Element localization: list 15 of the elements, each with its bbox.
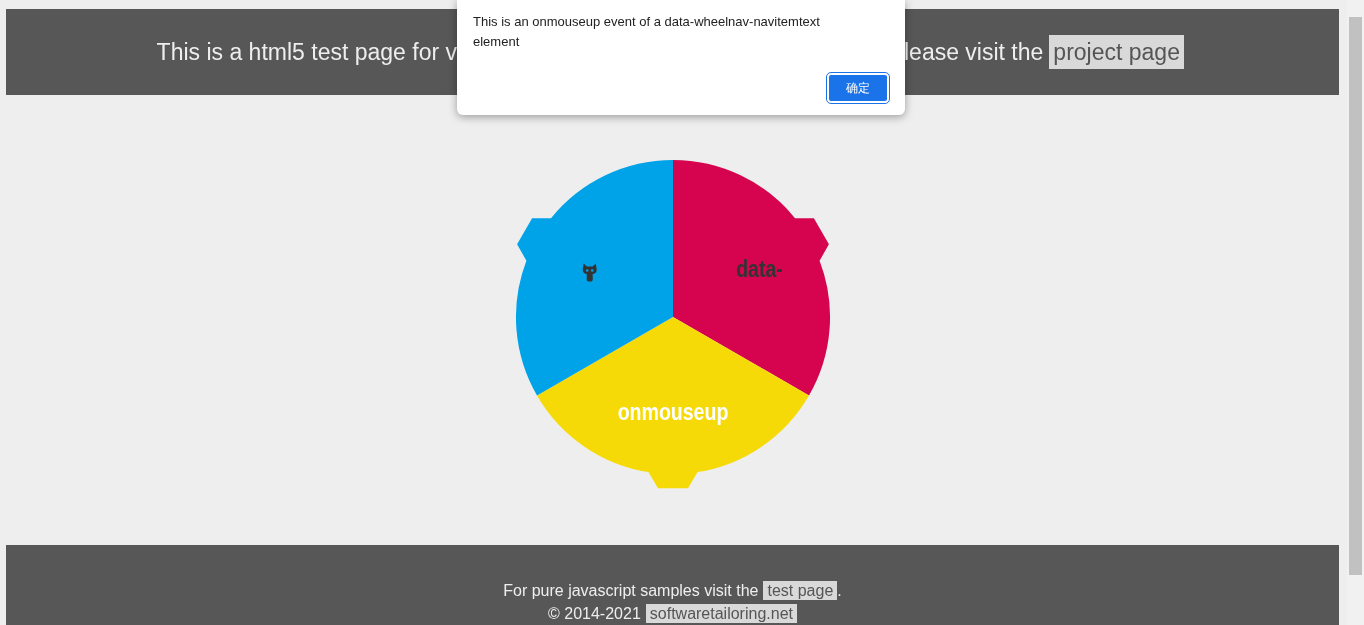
dialog-message: This is an onmouseup event of a data-wheelnav-navitemtext element bbox=[473, 13, 821, 51]
slice-label: data- bbox=[735, 256, 783, 283]
ok-button[interactable]: 确定 bbox=[827, 73, 889, 103]
footer-text: . bbox=[837, 581, 842, 600]
wheel-slice[interactable] bbox=[515, 159, 673, 395]
website-link[interactable]: softwaretailoring.net bbox=[645, 604, 797, 623]
footer-text: © 2014-2021 bbox=[548, 604, 641, 623]
project-page-link[interactable]: project page bbox=[1049, 34, 1184, 70]
cat-icon bbox=[582, 263, 597, 281]
test-page-link[interactable]: test page bbox=[763, 581, 838, 600]
header-text: lease visit the bbox=[904, 37, 1044, 67]
footer-text: For pure javascript samples visit the bbox=[503, 581, 759, 600]
header-text: This is a html5 test page for v bbox=[156, 37, 457, 67]
slice-label: onmouseup bbox=[617, 399, 728, 425]
scrollbar-thumb[interactable] bbox=[1349, 17, 1362, 575]
